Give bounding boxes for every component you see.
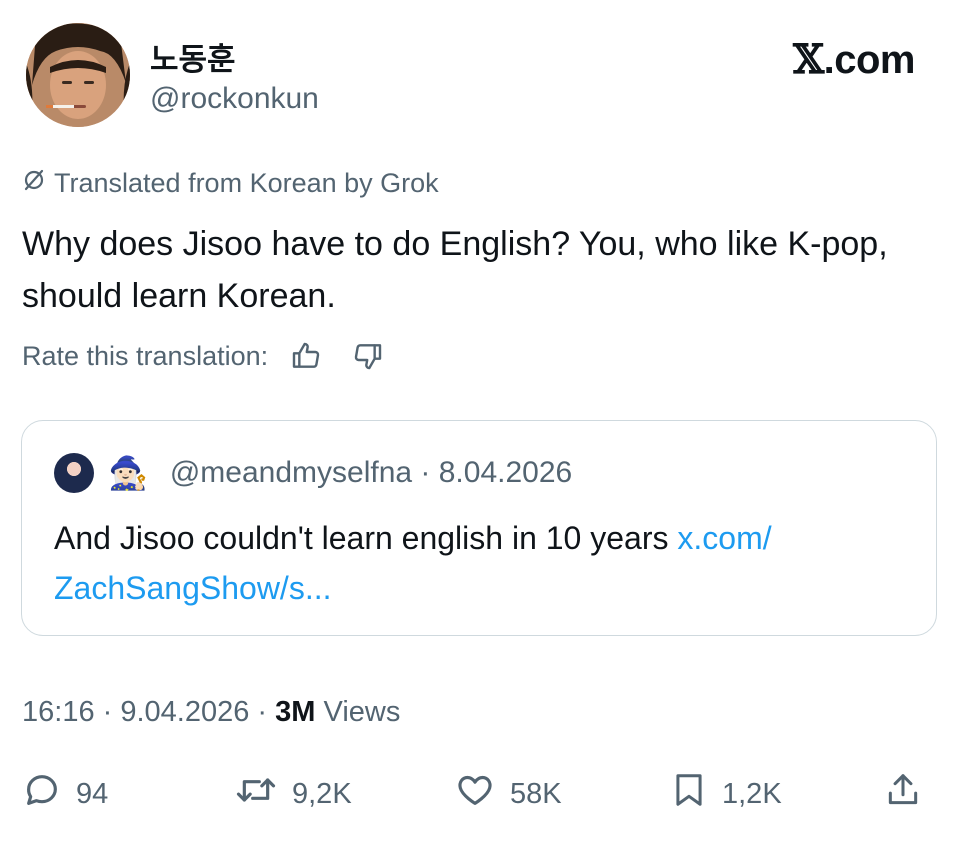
rate-translation: Rate this translation: [22,340,384,372]
quoted-tweet-text: And Jisoo couldn't learn english in 10 y… [54,513,914,613]
translation-notice-text: Translated from Korean by Grok [54,168,439,198]
repost-button[interactable]: 9,2K [234,770,352,818]
share-button[interactable] [884,770,936,818]
thumbs-up-icon[interactable] [290,340,322,372]
share-icon [884,770,936,818]
reply-count: 94 [76,777,109,810]
quoted-tweet-header: 🧙🏻‍♀️ @meandmyselfna · 8.04.2026 [54,453,572,493]
repost-count: 9,2K [292,777,352,810]
reply-icon [22,770,76,818]
author-handle[interactable]: @rockonkun [150,82,319,116]
translate-icon [22,168,54,199]
bookmark-icon [670,770,722,818]
bookmark-button[interactable]: 1,2K [670,770,782,818]
quoted-date[interactable]: 8.04.2026 [439,456,572,490]
tweet-text: Why does Jisoo have to do English? You, … [22,225,888,315]
tweet-date[interactable]: 9.04.2026 [120,696,249,728]
views-count: 3M [275,696,316,728]
quoted-author-handle[interactable]: @meandmyselfna [170,456,412,490]
quoted-author-emoji: 🧙🏻‍♀️ [108,455,148,491]
x-logo-icon: 𝕏 [793,36,824,83]
tweet-actions: 94 9,2K 58K 1,2K [22,770,937,826]
quoted-author-avatar[interactable] [54,453,94,493]
quoted-tweet-card[interactable]: 🧙🏻‍♀️ @meandmyselfna · 8.04.2026 And Jis… [21,420,937,636]
views-label: Views [323,696,401,728]
thumbs-down-icon[interactable] [352,340,384,372]
bookmark-count: 1,2K [722,777,782,810]
rate-translation-label: Rate this translation: [22,340,269,371]
like-count: 58K [510,777,562,810]
tweet-meta: 16:16 · 9.04.2026 · 3M Views [22,696,401,728]
repost-icon [234,770,292,818]
tweet-time[interactable]: 16:16 [22,696,95,728]
translation-notice: Translated from Korean by Grok [22,168,439,199]
brand-domain: .com [823,38,916,82]
like-icon [454,770,510,818]
author-avatar[interactable] [26,23,130,127]
x-logo: 𝕏.com [793,36,915,83]
quoted-tweet-body: And Jisoo couldn't learn english in 10 y… [54,520,678,556]
author-display-name[interactable]: 노동훈 [150,34,236,79]
like-button[interactable]: 58K [454,770,562,818]
reply-button[interactable]: 94 [22,770,108,818]
quoted-separator: · [412,456,439,489]
